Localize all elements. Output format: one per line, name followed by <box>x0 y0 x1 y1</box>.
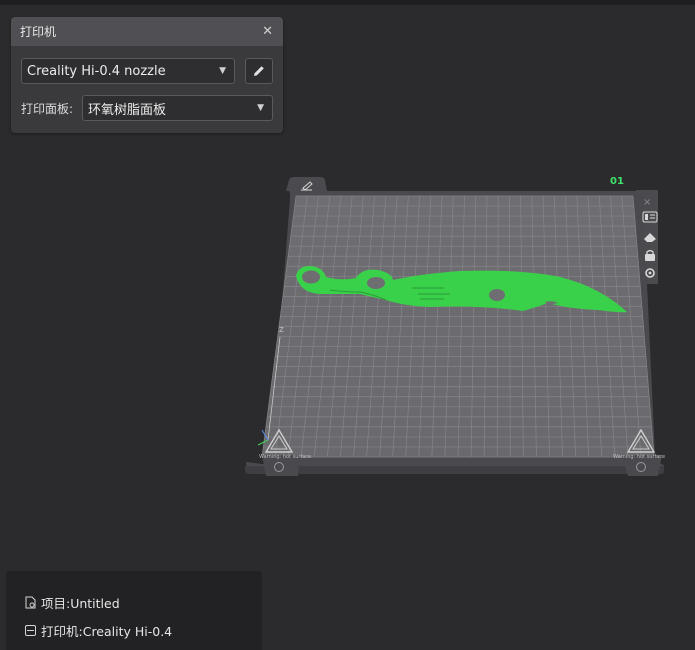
panel-title: 打印机 <box>20 25 57 39</box>
nozzle-select[interactable]: Creality Hi-0.4 nozzle ▼ <box>21 58 235 84</box>
pencil-icon <box>254 66 264 76</box>
svg-text:Z: Z <box>279 326 284 334</box>
warning-text-right: Warning: hot surface <box>613 454 665 460</box>
printer-icon <box>25 625 36 636</box>
printer-panel-header: 打印机 ✕ <box>11 17 283 46</box>
edit-printer-button[interactable] <box>245 58 273 84</box>
project-info-panel: 项目:Untitled 打印机:Creality Hi-0.4 <box>6 571 262 650</box>
plate-type-value: 环氧树脂面板 <box>88 102 167 118</box>
project-row: 项目:Untitled <box>24 593 120 612</box>
chevron-down-icon: ▼ <box>257 103 264 113</box>
close-icon[interactable]: ✕ <box>262 25 273 38</box>
plate-close-icon: × <box>643 197 651 208</box>
project-name: 项目:Untitled <box>41 596 120 611</box>
file-icon <box>25 596 36 609</box>
plate-type-label: 打印面板: <box>21 102 74 116</box>
printer-row: 打印机:Creality Hi-0.4 <box>24 621 172 640</box>
printer-panel: 打印机 ✕ Creality Hi-0.4 nozzle ▼ 打印面板: 环氧树… <box>11 17 283 133</box>
printer-name: 打印机:Creality Hi-0.4 <box>41 624 173 639</box>
plate-number: 01 <box>610 176 624 187</box>
warning-text-left: Warning: hot surface <box>259 454 311 460</box>
chevron-down-icon: ▼ <box>219 66 226 76</box>
plate-type-select[interactable]: 环氧树脂面板 ▼ <box>82 95 273 121</box>
nozzle-select-value: Creality Hi-0.4 nozzle <box>27 63 166 79</box>
